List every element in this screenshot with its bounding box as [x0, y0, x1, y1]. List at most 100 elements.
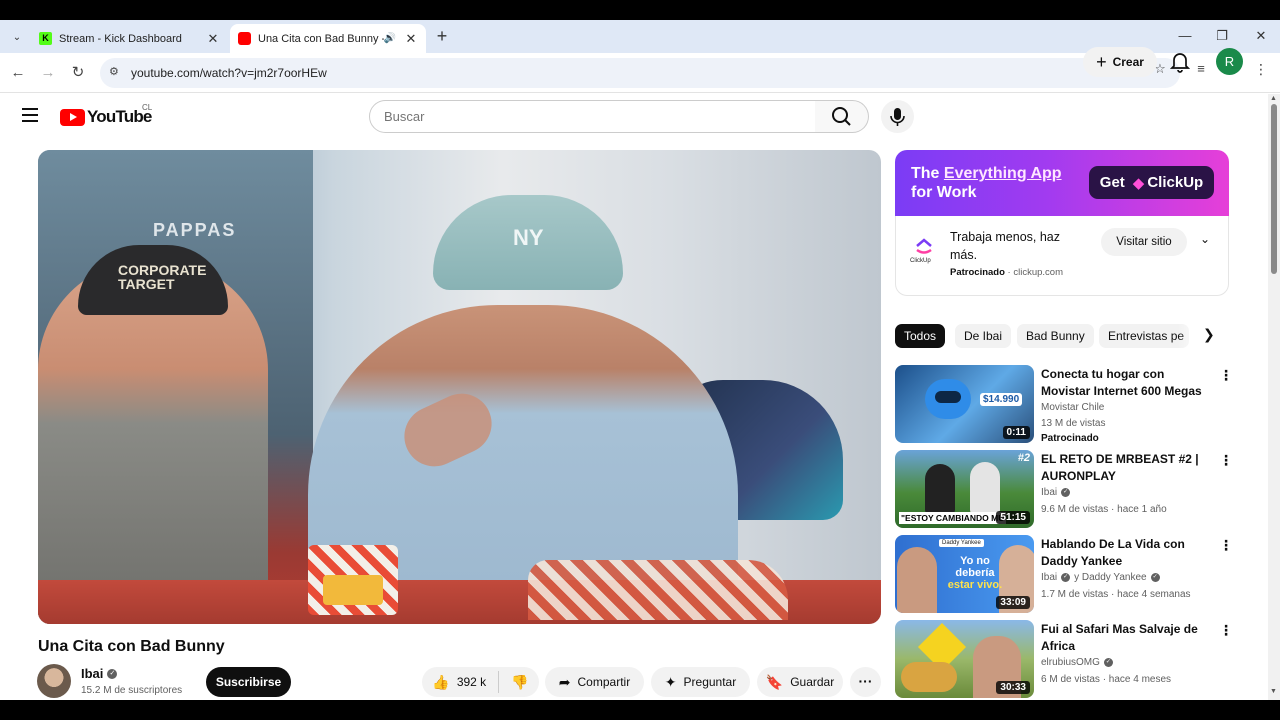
- more-options-icon[interactable]: ⋮: [1219, 452, 1233, 469]
- recommendation-title[interactable]: Hablando De La Vida con Daddy Yankee: [1041, 536, 1211, 570]
- recommendation-channel: elrubiusOMG ✓: [1041, 657, 1113, 668]
- browser-menu-icon[interactable]: ⋮: [1254, 61, 1268, 78]
- new-tab-plus-icon[interactable]: +: [432, 26, 452, 47]
- more-actions-icon[interactable]: ···: [850, 667, 881, 697]
- user-avatar[interactable]: R: [1216, 48, 1243, 75]
- youtube-logo[interactable]: YouTube CL: [60, 103, 152, 127]
- create-label: Crear: [1112, 55, 1144, 69]
- scroll-thumb[interactable]: [1271, 104, 1277, 274]
- clickup-logo-icon: [916, 238, 932, 254]
- tab-youtube[interactable]: Una Cita con Bad Bunny - YouTube 🔊 ✕: [230, 24, 426, 53]
- window-close-icon[interactable]: ✕: [1251, 28, 1271, 44]
- visit-site-button[interactable]: Visitar sitio: [1101, 228, 1187, 256]
- dislike-button[interactable]: 👎: [499, 674, 528, 691]
- tab-close-icon[interactable]: ✕: [402, 31, 420, 47]
- verified-check-icon: ✓: [1061, 573, 1071, 582]
- recommendation-title[interactable]: EL RETO DE MRBEAST #2 | AURONPLAY: [1041, 451, 1211, 485]
- voice-search-button[interactable]: [881, 100, 914, 133]
- sponsored-label: Patrocinado: [1041, 433, 1099, 444]
- site-info-icon[interactable]: ⚙: [109, 65, 123, 79]
- tab-search-chevron-icon[interactable]: ⌄: [8, 29, 26, 47]
- more-options-icon[interactable]: ⋮: [1219, 537, 1233, 554]
- video-frame-food-wrap: [528, 560, 788, 620]
- chevron-right-icon[interactable]: ❯: [1203, 326, 1215, 343]
- verified-check-icon: ✓: [1103, 658, 1113, 667]
- url-text[interactable]: youtube.com/watch?v=jm2r7oorHEw: [131, 66, 327, 80]
- video-frame-fries: [308, 545, 398, 615]
- search-icon: [832, 107, 851, 126]
- chip-bad-bunny[interactable]: Bad Bunny: [1017, 324, 1094, 348]
- recommendation-item[interactable]: Daddy Yankee Yo no debería estar vivo. 33…: [895, 535, 1235, 615]
- search-button[interactable]: [815, 100, 869, 133]
- ad-card: ClickUp Trabaja menos, haz más. Patrocin…: [895, 216, 1229, 296]
- page-scrollbar[interactable]: ▲ ▼: [1268, 94, 1280, 700]
- share-button[interactable]: ➦ Compartir: [545, 667, 644, 697]
- ad-banner[interactable]: The Everything App for Work Get ◆ ClickU…: [895, 150, 1229, 216]
- recommendation-meta: 1.7 M de vistas · hace 4 semanas: [1041, 589, 1191, 600]
- kick-favicon-icon: K: [39, 32, 52, 45]
- recommendation-channel: Ibai ✓ y Daddy Yankee ✓: [1041, 572, 1160, 583]
- more-options-icon[interactable]: ⋮: [1219, 367, 1233, 384]
- scroll-down-arrow-icon[interactable]: ▼: [1270, 688, 1277, 695]
- duration-badge: 30:33: [996, 681, 1030, 694]
- tab-title: Stream - Kick Dashboard: [59, 32, 182, 45]
- video-thumbnail[interactable]: Daddy Yankee Yo no debería estar vivo. 33…: [895, 535, 1034, 613]
- channel-name[interactable]: Ibai ✓: [81, 666, 118, 681]
- tab-kick-dashboard[interactable]: K Stream - Kick Dashboard ✕: [33, 24, 228, 53]
- youtube-play-logo-icon: [60, 108, 85, 126]
- chip-entrevistas[interactable]: Entrevistas pe: [1099, 324, 1189, 348]
- ask-button[interactable]: ✦ Preguntar: [651, 667, 750, 697]
- video-thumbnail[interactable]: #2 "ESTOY CAMBIANDO MU 51:15: [895, 450, 1034, 528]
- speaker-icon[interactable]: 🔊: [384, 33, 396, 44]
- video-player[interactable]: PAPPAS CORPORATE TARGET NY: [38, 150, 881, 624]
- ad-headline: The Everything App for Work: [911, 165, 1062, 201]
- recommendation-title[interactable]: Fui al Safari Mas Salvaje de Africa: [1041, 621, 1211, 655]
- recommendation-channel: Movistar Chile: [1041, 402, 1105, 413]
- chip-de-ibai[interactable]: De Ibai: [955, 324, 1012, 348]
- recommendation-title[interactable]: Conecta tu hogar con Movistar Internet 6…: [1041, 366, 1211, 400]
- ad-text: Trabaja menos, haz más.: [950, 230, 1061, 262]
- channel-avatar[interactable]: [37, 664, 71, 698]
- youtube-favicon-icon: [238, 32, 251, 45]
- restore-icon[interactable]: ❐: [1212, 28, 1232, 44]
- chevron-down-icon[interactable]: ⌄: [1200, 232, 1210, 246]
- video-thumbnail[interactable]: $14.990 0:11: [895, 365, 1034, 443]
- video-frame-cap-center: NY: [433, 195, 623, 290]
- hamburger-menu-icon[interactable]: [22, 108, 38, 126]
- video-thumbnail[interactable]: 30:33: [895, 620, 1034, 698]
- like-button[interactable]: 👍 392 k: [432, 671, 500, 693]
- video-title: Una Cita con Bad Bunny: [38, 638, 225, 655]
- recommendation-item[interactable]: $14.990 0:11 Conecta tu hogar con Movist…: [895, 365, 1235, 445]
- verified-check-icon: ✓: [1150, 573, 1160, 582]
- media-controls-icon[interactable]: ≡: [1193, 61, 1209, 76]
- tab-close-icon[interactable]: ✕: [204, 31, 222, 47]
- screen-bottom-bar: [0, 700, 1280, 720]
- recommendation-channel: Ibai ✓: [1041, 487, 1071, 498]
- duration-badge: 51:15: [996, 511, 1030, 524]
- duration-badge: 0:11: [1002, 426, 1030, 439]
- save-button[interactable]: 🔖 Guardar: [757, 667, 843, 697]
- minimize-icon[interactable]: —: [1175, 28, 1195, 43]
- subscribe-button[interactable]: Suscribirse: [206, 667, 291, 697]
- scroll-up-arrow-icon[interactable]: ▲: [1270, 95, 1277, 102]
- share-arrow-icon: ➦: [558, 673, 571, 690]
- forward-arrow-icon[interactable]: →: [38, 63, 58, 83]
- search-input[interactable]: [369, 100, 816, 133]
- ad-get-clickup-button[interactable]: Get ◆ ClickUp: [1089, 166, 1214, 199]
- create-button[interactable]: + Crear: [1083, 47, 1157, 77]
- recommendation-item[interactable]: 30:33 Fui al Safari Mas Salvaje de Afric…: [895, 620, 1235, 700]
- back-arrow-icon[interactable]: ←: [8, 63, 28, 83]
- recommendation-item[interactable]: #2 "ESTOY CAMBIANDO MU 51:15 EL RETO DE …: [895, 450, 1235, 530]
- reload-icon[interactable]: ↻: [68, 63, 88, 83]
- chip-todos[interactable]: Todos: [895, 324, 946, 348]
- sparkle-icon: ✦: [664, 673, 677, 690]
- tab-title: Una Cita con Bad Bunny - YouTube: [258, 32, 384, 45]
- notifications-bell-icon[interactable]: [1169, 51, 1191, 73]
- youtube-header: YouTube CL: [0, 94, 1268, 138]
- plus-icon: +: [1096, 51, 1107, 72]
- browser-window: ⌄ K Stream - Kick Dashboard ✕ Una Cita c…: [0, 20, 1280, 700]
- address-bar[interactable]: ⚙ youtube.com/watch?v=jm2r7oorHEw: [100, 58, 1180, 88]
- ad-sponsored-line: Patrocinado · clickup.com: [950, 267, 1063, 278]
- more-options-icon[interactable]: ⋮: [1219, 622, 1233, 639]
- recommendation-meta: 6 M de vistas · hace 4 meses: [1041, 674, 1172, 685]
